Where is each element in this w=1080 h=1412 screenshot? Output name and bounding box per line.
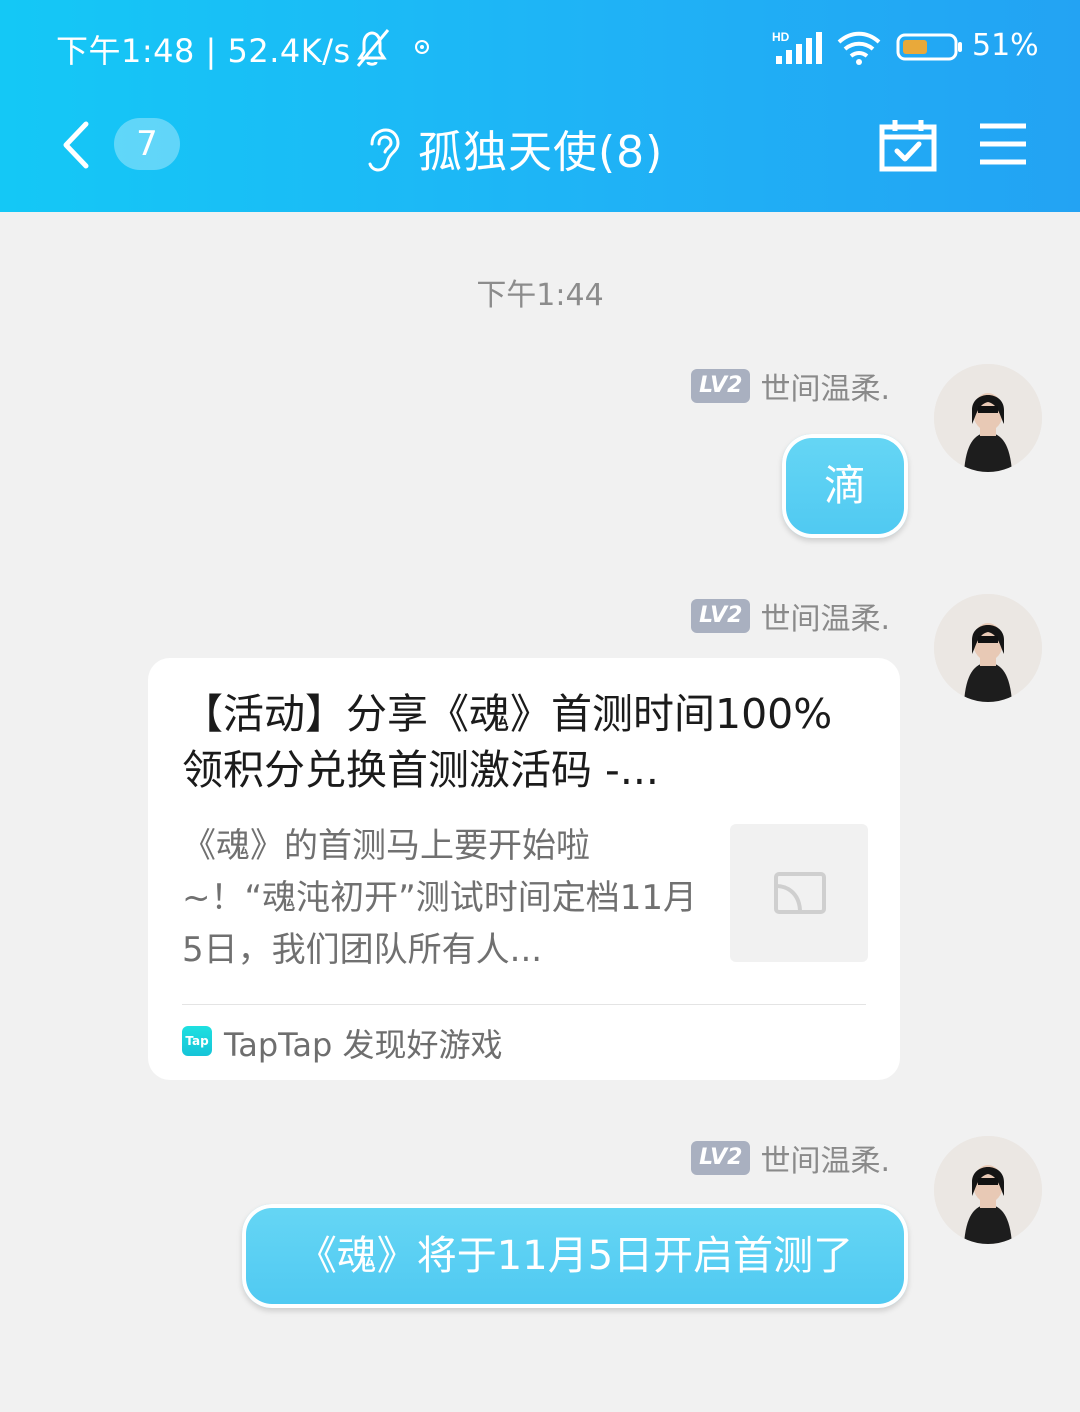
share-link-card[interactable]: 【活动】分享《魂》首测时间100%领积分兑换首测激活码 -... 《魂》的首测马… [148,658,900,1080]
chat-timestamp: 下午1:44 [476,278,604,313]
sender-name: 世间温柔. [760,372,890,407]
sender-name: 世间温柔. [760,602,890,637]
unread-count-badge[interactable]: 7 [114,118,180,170]
level-badge: LV2 [691,599,751,633]
signal-hd-icon: HD [772,30,822,64]
menu-icon[interactable] [978,122,1028,166]
calendar-check-icon[interactable] [878,118,938,172]
network-label: HD [772,30,790,44]
sender-name: 世间温柔. [760,1144,890,1179]
taptap-logo: Tap [182,1026,212,1056]
avatar[interactable] [934,594,1042,702]
avatar-portrait-icon [934,364,1042,472]
battery-percent: 51% [972,28,1039,63]
avatar[interactable] [934,364,1042,472]
card-title: 【活动】分享《魂》首测时间100%领积分兑换首测激活码 -... [182,690,833,794]
message-sender: LV2 世间温柔. [691,596,890,637]
level-badge: LV2 [691,369,751,403]
avatar[interactable] [934,1136,1042,1244]
settings-gear-icon [415,40,429,54]
message-bubble[interactable]: 《魂》将于11月5日开启首测了 [242,1204,908,1308]
message-text: 《魂》将于11月5日开启首测了 [296,1233,854,1279]
message-bubble[interactable]: 滴 [782,434,908,538]
bell-muted-icon [356,29,390,67]
card-description: 《魂》的首测马上要开始啦~！“魂沌初开”测试时间定档11月5日，我们团队所有人.… [182,826,697,970]
avatar-portrait-icon [934,594,1042,702]
wifi-icon [837,31,881,65]
level-badge: LV2 [691,1141,751,1175]
avatar-portrait-icon [934,1136,1042,1244]
message-sender: LV2 世间温柔. [691,366,890,407]
chat-title: 孤独天使(8) [418,127,664,178]
ear-icon[interactable] [362,126,400,174]
top-bar: 下午1:48 | 52.4K/s HD 51% 7 孤独天使(8) [0,0,1080,212]
image-placeholder-icon [774,872,826,914]
message-text: 滴 [823,461,866,510]
status-time-speed: 下午1:48 | 52.4K/s [56,32,351,70]
back-chevron-icon[interactable] [58,120,94,170]
message-sender: LV2 世间温柔. [691,1138,890,1179]
card-source: TapTap 发现好游戏 [224,1026,503,1064]
battery-icon [896,33,962,61]
card-divider [182,1004,866,1005]
card-thumbnail [730,824,868,962]
